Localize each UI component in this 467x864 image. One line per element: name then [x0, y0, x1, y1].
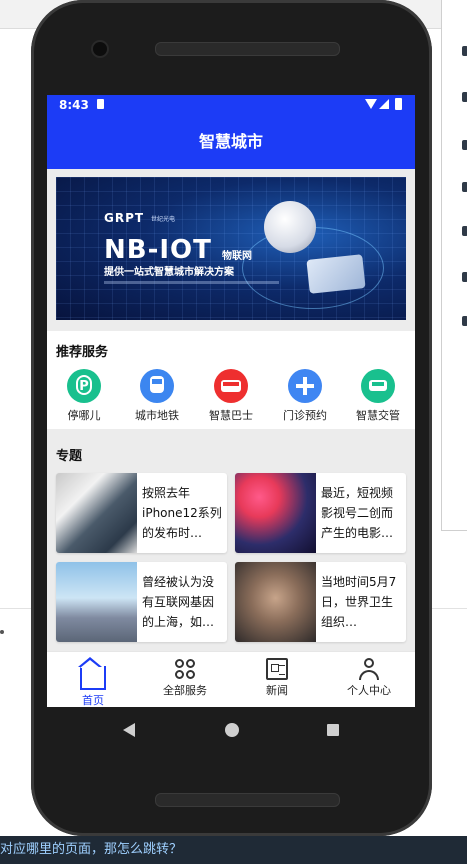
service-label: 停哪儿	[67, 409, 101, 422]
topic-text: 按照去年iPhone12系列的发布时…	[142, 486, 222, 540]
topic-card[interactable]: 当地时间5月7日，世界卫生组织…	[235, 562, 406, 642]
tab-label: 全部服务	[163, 684, 207, 697]
car-icon	[361, 369, 395, 403]
banner-headline-small: 物联网	[222, 251, 252, 262]
status-time: 8:43	[59, 98, 89, 112]
metro-icon	[140, 369, 174, 403]
banner-tagline: 提供一站式智慧城市解决方案	[104, 267, 234, 278]
topic-card[interactable]: 最近，短视频影视号二创而产生的电影…	[235, 473, 406, 553]
app-screen: 8:43 智慧城市 GRPT 世纪光电 NB-IOT 物联网 提供一站式智慧城市…	[47, 95, 415, 707]
app-title: 智慧城市	[47, 115, 415, 169]
topics-title: 专题	[56, 449, 83, 464]
banner-fine-print	[104, 281, 279, 284]
bottom-speaker	[155, 793, 340, 807]
service-parking[interactable]: 停哪儿	[47, 369, 121, 423]
clinic-plus-icon	[288, 369, 322, 403]
tab-all-services[interactable]: 全部服务	[139, 652, 231, 707]
topic-text: 当地时间5月7日，世界卫生组织…	[321, 575, 397, 629]
topics-section: 专题 按照去年iPhone12系列的发布时… 最近，短视频影视号二创而产生的电影…	[47, 437, 415, 655]
banner-section: GRPT 世纪光电 NB-IOT 物联网 提供一站式智慧城市解决方案	[47, 169, 415, 327]
battery-icon	[395, 98, 402, 110]
android-nav-bar	[47, 707, 415, 753]
banner-map-card	[306, 254, 366, 294]
topic-thumbnail	[56, 473, 137, 553]
bottom-tab-bar: 首页 全部服务 新闻 个人中心	[47, 651, 415, 707]
side-panel-icon	[462, 182, 467, 192]
services-section: 推荐服务 停哪儿 城市地铁 智慧巴士 门诊预约 智慧交管	[47, 331, 415, 429]
services-row: 停哪儿 城市地铁 智慧巴士 门诊预约 智慧交管	[47, 369, 415, 429]
service-label: 智慧巴士	[209, 409, 253, 422]
banner-brand: GRPT	[104, 211, 145, 225]
status-bar: 8:43	[47, 95, 415, 115]
service-traffic[interactable]: 智慧交管	[341, 369, 415, 423]
side-panel-icon	[462, 92, 467, 102]
home-icon	[78, 657, 106, 690]
home-circle-icon[interactable]	[225, 723, 239, 737]
side-panel-icon	[462, 272, 467, 282]
tab-home[interactable]: 首页	[47, 652, 139, 707]
tab-label: 首页	[82, 694, 104, 707]
banner-carousel[interactable]: GRPT 世纪光电 NB-IOT 物联网 提供一站式智慧城市解决方案	[56, 177, 406, 320]
background-chat-text: 对应哪里的页面，那怎么跳转？	[0, 836, 467, 864]
signal-icon	[379, 99, 389, 109]
sd-card-icon	[97, 99, 104, 109]
side-panel-icon	[462, 316, 467, 326]
background-side-panel	[441, 0, 467, 531]
bus-icon	[214, 369, 248, 403]
user-icon	[358, 658, 380, 680]
wifi-icon	[365, 99, 377, 109]
topic-card[interactable]: 按照去年iPhone12系列的发布时…	[56, 473, 227, 553]
topic-card[interactable]: 曾经被认为没有互联网基因的上海，如…	[56, 562, 227, 642]
background-dot	[0, 630, 4, 634]
service-label: 城市地铁	[135, 409, 179, 422]
tab-news[interactable]: 新闻	[231, 652, 323, 707]
side-panel-icon	[462, 46, 467, 56]
side-panel-icon	[462, 226, 467, 236]
top-speaker	[155, 42, 340, 56]
tab-label: 新闻	[266, 684, 288, 697]
grid-icon	[174, 658, 196, 680]
topic-thumbnail	[56, 562, 137, 642]
service-label: 门诊预约	[283, 409, 327, 422]
topic-thumbnail	[235, 473, 316, 553]
service-metro[interactable]: 城市地铁	[120, 369, 194, 423]
topic-text: 最近，短视频影视号二创而产生的电影…	[321, 486, 394, 540]
banner-device-image	[264, 201, 316, 253]
service-clinic[interactable]: 门诊预约	[268, 369, 342, 423]
services-title: 推荐服务	[56, 345, 109, 360]
topic-text: 曾经被认为没有互联网基因的上海，如…	[142, 575, 215, 629]
service-bus[interactable]: 智慧巴士	[194, 369, 268, 423]
parking-icon	[67, 369, 101, 403]
banner-headline: NB-IOT	[104, 235, 212, 265]
news-icon	[266, 658, 288, 680]
recent-apps-icon[interactable]	[327, 724, 339, 736]
back-icon[interactable]	[123, 723, 135, 737]
tab-label: 个人中心	[347, 684, 391, 697]
banner-page-indicator	[218, 312, 248, 320]
tab-profile[interactable]: 个人中心	[323, 652, 415, 707]
side-panel-icon	[462, 140, 467, 150]
banner-brand-sub: 世纪光电	[151, 216, 176, 223]
service-label: 智慧交管	[356, 409, 400, 422]
front-camera	[93, 42, 107, 56]
topic-thumbnail	[235, 562, 316, 642]
